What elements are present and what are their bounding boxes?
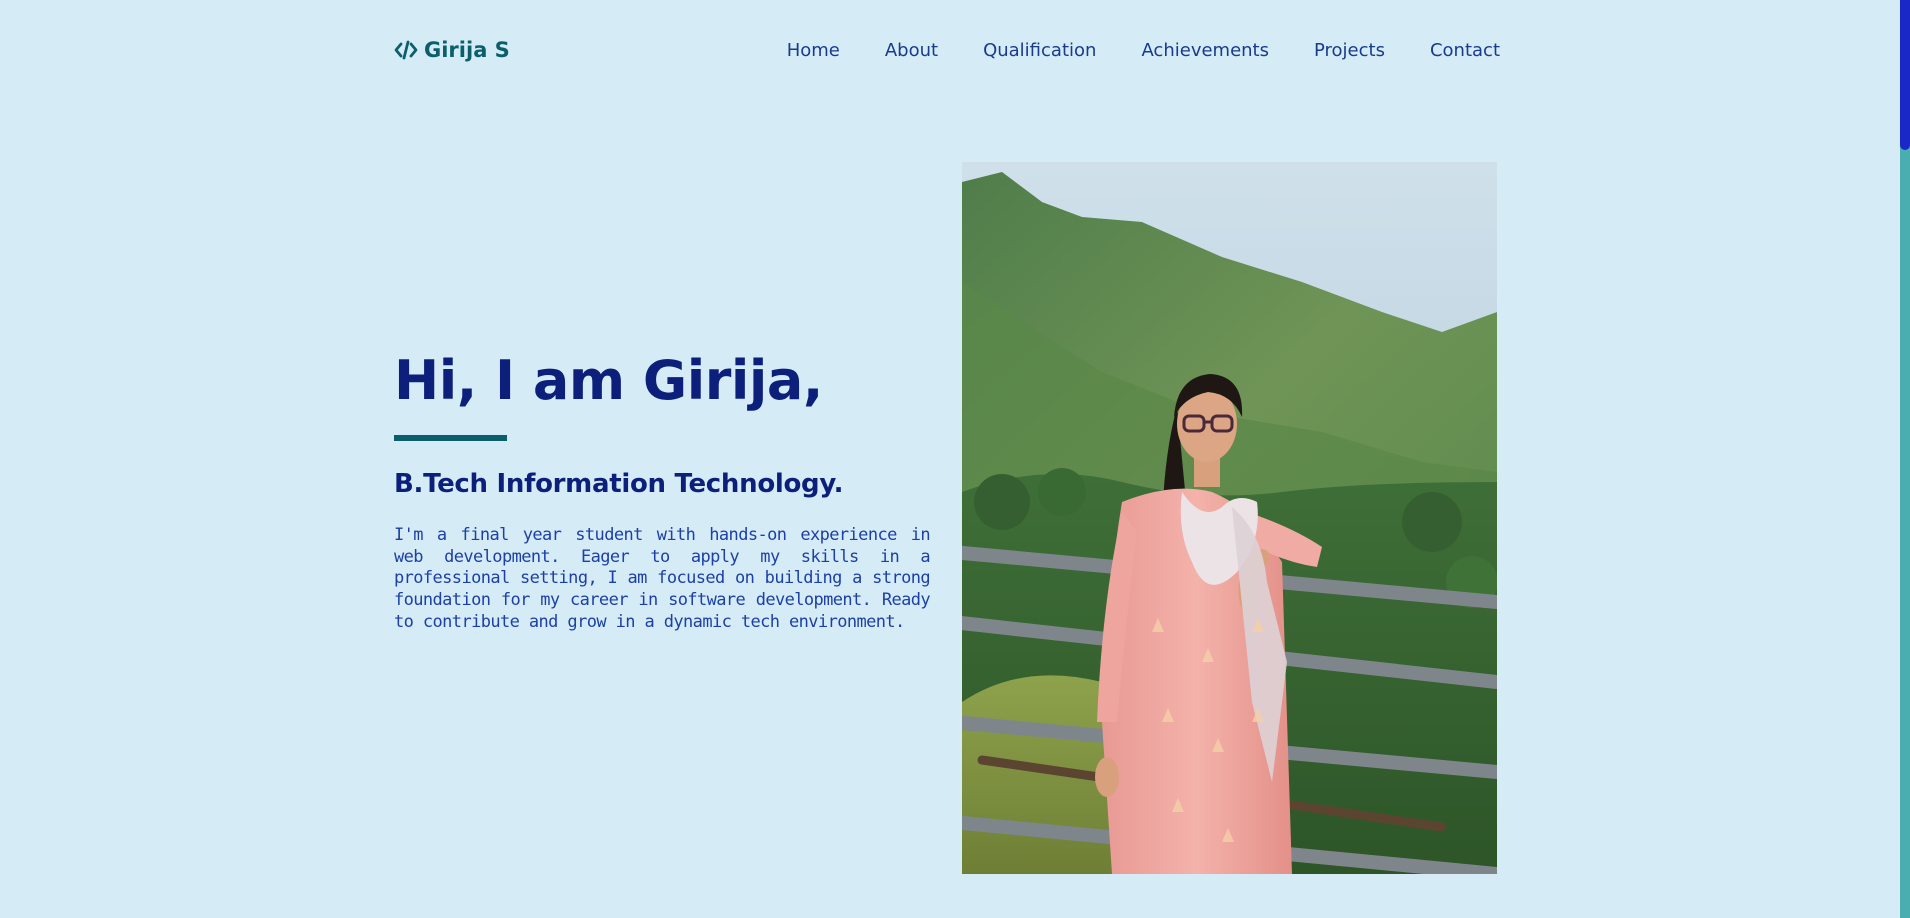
- hero-intro: Hi, I am Girija, B.Tech Information Tech…: [394, 345, 931, 634]
- nav-contact[interactable]: Contact: [1430, 40, 1500, 61]
- code-icon: [394, 40, 418, 60]
- scrollbar-thumb[interactable]: [1900, 0, 1910, 150]
- main-nav: Home About Qualification Achievements Pr…: [787, 40, 1500, 61]
- hero-degree: B.Tech Information Technology.: [394, 469, 844, 499]
- profile-photo: [962, 162, 1497, 874]
- nav-projects[interactable]: Projects: [1314, 40, 1385, 61]
- portfolio-page: Girija S Home About Qualification Achiev…: [0, 0, 1910, 918]
- hero-greeting: Hi, I am Girija,: [394, 349, 823, 412]
- nav-home[interactable]: Home: [787, 40, 840, 61]
- nav-about[interactable]: About: [885, 40, 938, 61]
- nav-achievements[interactable]: Achievements: [1141, 40, 1269, 61]
- page-scrollbar[interactable]: [1900, 0, 1910, 918]
- nav-qualification[interactable]: Qualification: [983, 40, 1096, 61]
- logo-link[interactable]: Girija S: [394, 38, 510, 62]
- heading-underline: [394, 435, 507, 441]
- hero-bio: I'm a final year student with hands-on e…: [394, 525, 931, 632]
- site-header: Girija S Home About Qualification Achiev…: [394, 30, 1500, 70]
- logo-text: Girija S: [424, 38, 510, 62]
